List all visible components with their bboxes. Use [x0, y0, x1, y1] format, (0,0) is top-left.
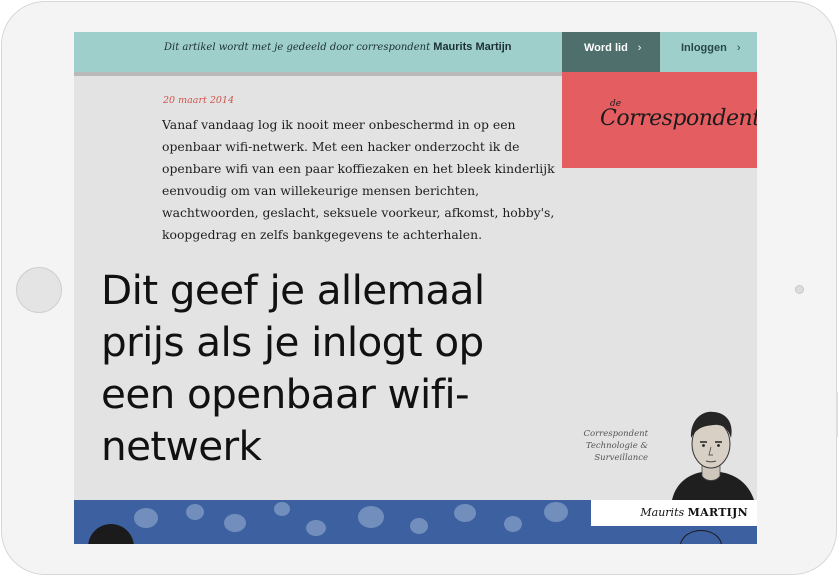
banner-shape [88, 524, 134, 544]
banner-dot [544, 502, 568, 522]
author-role: Correspondent Technologie & Surveillance [564, 428, 648, 464]
author-role-line: Technologie & [585, 441, 648, 451]
author-first-name: Maurits [640, 506, 685, 519]
screen: Dit artikel wordt met je gedeeld door co… [74, 32, 757, 544]
article-date: 20 maart 2014 [163, 95, 234, 106]
author-portrait[interactable] [664, 404, 757, 500]
article-intro: Vanaf vandaag log ik nooit meer onbesche… [162, 117, 555, 242]
banner-dot [134, 508, 158, 528]
join-label: Word lid [584, 42, 628, 54]
logo-wordmark: Correspondent [600, 106, 757, 131]
logo[interactable]: de Correspondent [562, 72, 757, 168]
share-bar: Dit artikel wordt met je gedeeld door co… [74, 32, 562, 76]
home-button[interactable] [16, 267, 62, 313]
author-role-line: Correspondent [583, 429, 648, 439]
camera-icon [795, 285, 804, 294]
banner-dot [454, 504, 476, 522]
share-author-name[interactable]: Maurits Martijn [433, 41, 511, 53]
login-button[interactable]: Inloggen › [660, 32, 757, 72]
banner-dot [358, 506, 384, 528]
share-notice: Dit artikel wordt met je gedeeld door co… [164, 32, 512, 72]
share-prefix: Dit artikel wordt met je gedeeld door co… [164, 42, 431, 53]
join-button[interactable]: Word lid › [562, 32, 660, 72]
banner-shape [680, 530, 722, 544]
author-last-name: MARTIJN [687, 506, 748, 519]
author-name[interactable]: Maurits MARTIJN [591, 500, 757, 526]
banner-dot [274, 502, 290, 516]
banner-dot [504, 516, 522, 532]
chevron-right-icon: › [637, 42, 642, 54]
banner-dot [224, 514, 246, 532]
author-role-line: Surveillance [594, 453, 648, 463]
article-headline: Dit geef je allemaal prijs als je inlogt… [101, 266, 485, 470]
banner-dot [186, 504, 204, 520]
chevron-right-icon: › [736, 42, 741, 54]
login-label: Inloggen [681, 42, 727, 54]
banner-dot [306, 520, 326, 536]
banner-dot [410, 518, 428, 534]
